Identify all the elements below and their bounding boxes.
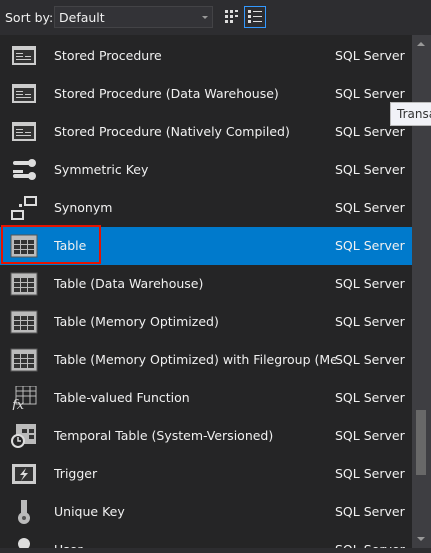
stored-procedure-icon	[12, 122, 36, 141]
item-source: SQL Server	[335, 390, 405, 405]
item-name: Temporal Table (System-Versioned)	[54, 428, 274, 443]
item-name: Unique Key	[54, 504, 125, 519]
list-item-table-memory-optimized-with-filegroup-me[interactable]: Table (Memory Optimized) with Filegroup …	[0, 341, 412, 379]
item-name: Stored Procedure	[54, 48, 162, 63]
list-item-symmetric-key[interactable]: Symmetric Key SQL Server	[0, 151, 412, 189]
item-source: SQL Server	[335, 504, 405, 519]
temporal-table-icon	[11, 424, 36, 448]
user-icon	[18, 538, 30, 548]
key-icon	[13, 159, 36, 180]
sort-by-label: Sort by:	[5, 10, 54, 25]
item-name: Symmetric Key	[54, 162, 149, 177]
svg-text:fx: fx	[11, 398, 25, 410]
item-name: Table (Memory Optimized) with Filegroup …	[54, 352, 336, 367]
function-icon: fx	[11, 386, 37, 410]
unique-key-icon	[18, 500, 30, 524]
list-item-temporal-table-system-versioned[interactable]: Temporal Table (System-Versioned) SQL Ser…	[0, 417, 412, 455]
list-item-table-data-warehouse[interactable]: Table (Data Warehouse) SQL Server	[0, 265, 412, 303]
list-icon	[248, 10, 262, 23]
stored-procedure-icon	[12, 46, 36, 65]
small-icons-view-button[interactable]	[221, 6, 243, 28]
chevron-down-icon	[202, 16, 208, 19]
stored-procedure-icon	[12, 84, 36, 103]
item-name: Trigger	[54, 466, 98, 481]
scroll-up-arrow-icon[interactable]	[417, 42, 425, 46]
scroll-down-arrow-icon[interactable]	[417, 537, 425, 541]
highlight-box	[1, 225, 101, 264]
item-source: SQL Server	[335, 276, 405, 291]
item-source: SQL Server	[335, 314, 405, 329]
trigger-icon	[12, 464, 36, 484]
table-icon	[10, 272, 38, 296]
list-item-stored-procedure[interactable]: Stored Procedure SQL Server	[0, 37, 412, 75]
item-source: SQL Server	[335, 238, 405, 253]
list-item-table-valued-function[interactable]: fx Table-valued Function SQL Server	[0, 379, 412, 417]
list-item-user[interactable]: UserSQL Server	[0, 531, 412, 548]
list-item-stored-procedure-natively-compiled[interactable]: Stored Procedure (Natively Compiled) SQL …	[0, 113, 412, 151]
item-source: SQL Server	[335, 466, 405, 481]
scroll-thumb[interactable]	[416, 410, 426, 475]
table-icon	[10, 348, 38, 372]
tooltip: Transa	[390, 102, 431, 126]
item-source: SQL Server	[335, 86, 405, 101]
item-source: SQL Server	[335, 352, 405, 367]
synonym-icon	[11, 196, 37, 220]
item-source: SQL Server	[335, 162, 405, 177]
item-name: Table (Memory Optimized)	[54, 314, 219, 329]
list-item-trigger[interactable]: Trigger SQL Server	[0, 455, 412, 493]
toolbar: Sort by: Default	[0, 0, 431, 35]
list-item-table-memory-optimized[interactable]: Table (Memory Optimized) SQL Server	[0, 303, 412, 341]
list-item-unique-key[interactable]: Unique Key SQL Server	[0, 493, 412, 531]
item-name: Stored Procedure (Natively Compiled)	[54, 124, 290, 139]
table-icon	[10, 310, 38, 334]
item-name: Synonym	[54, 200, 113, 215]
list-item-synonym[interactable]: Synonym SQL Server	[0, 189, 412, 227]
grid-icon	[225, 10, 238, 23]
item-name: Stored Procedure (Data Warehouse)	[54, 86, 279, 101]
list-item-stored-procedure-data-warehouse[interactable]: Stored Procedure (Data Warehouse) SQL Ser…	[0, 75, 412, 113]
item-name: Table-valued Function	[54, 390, 190, 405]
item-source: SQL Server	[335, 428, 405, 443]
bottom-border	[0, 548, 431, 553]
item-source: SQL Server	[335, 124, 405, 139]
template-list: Stored Procedure SQL Server Stored Procedu…	[0, 35, 412, 548]
list-view-button[interactable]	[244, 6, 266, 28]
sort-by-value: Default	[59, 10, 105, 25]
item-source: SQL Server	[335, 48, 405, 63]
item-name: Table (Data Warehouse)	[54, 276, 204, 291]
sort-by-dropdown[interactable]: Default	[54, 6, 213, 28]
item-source: SQL Server	[335, 200, 405, 215]
